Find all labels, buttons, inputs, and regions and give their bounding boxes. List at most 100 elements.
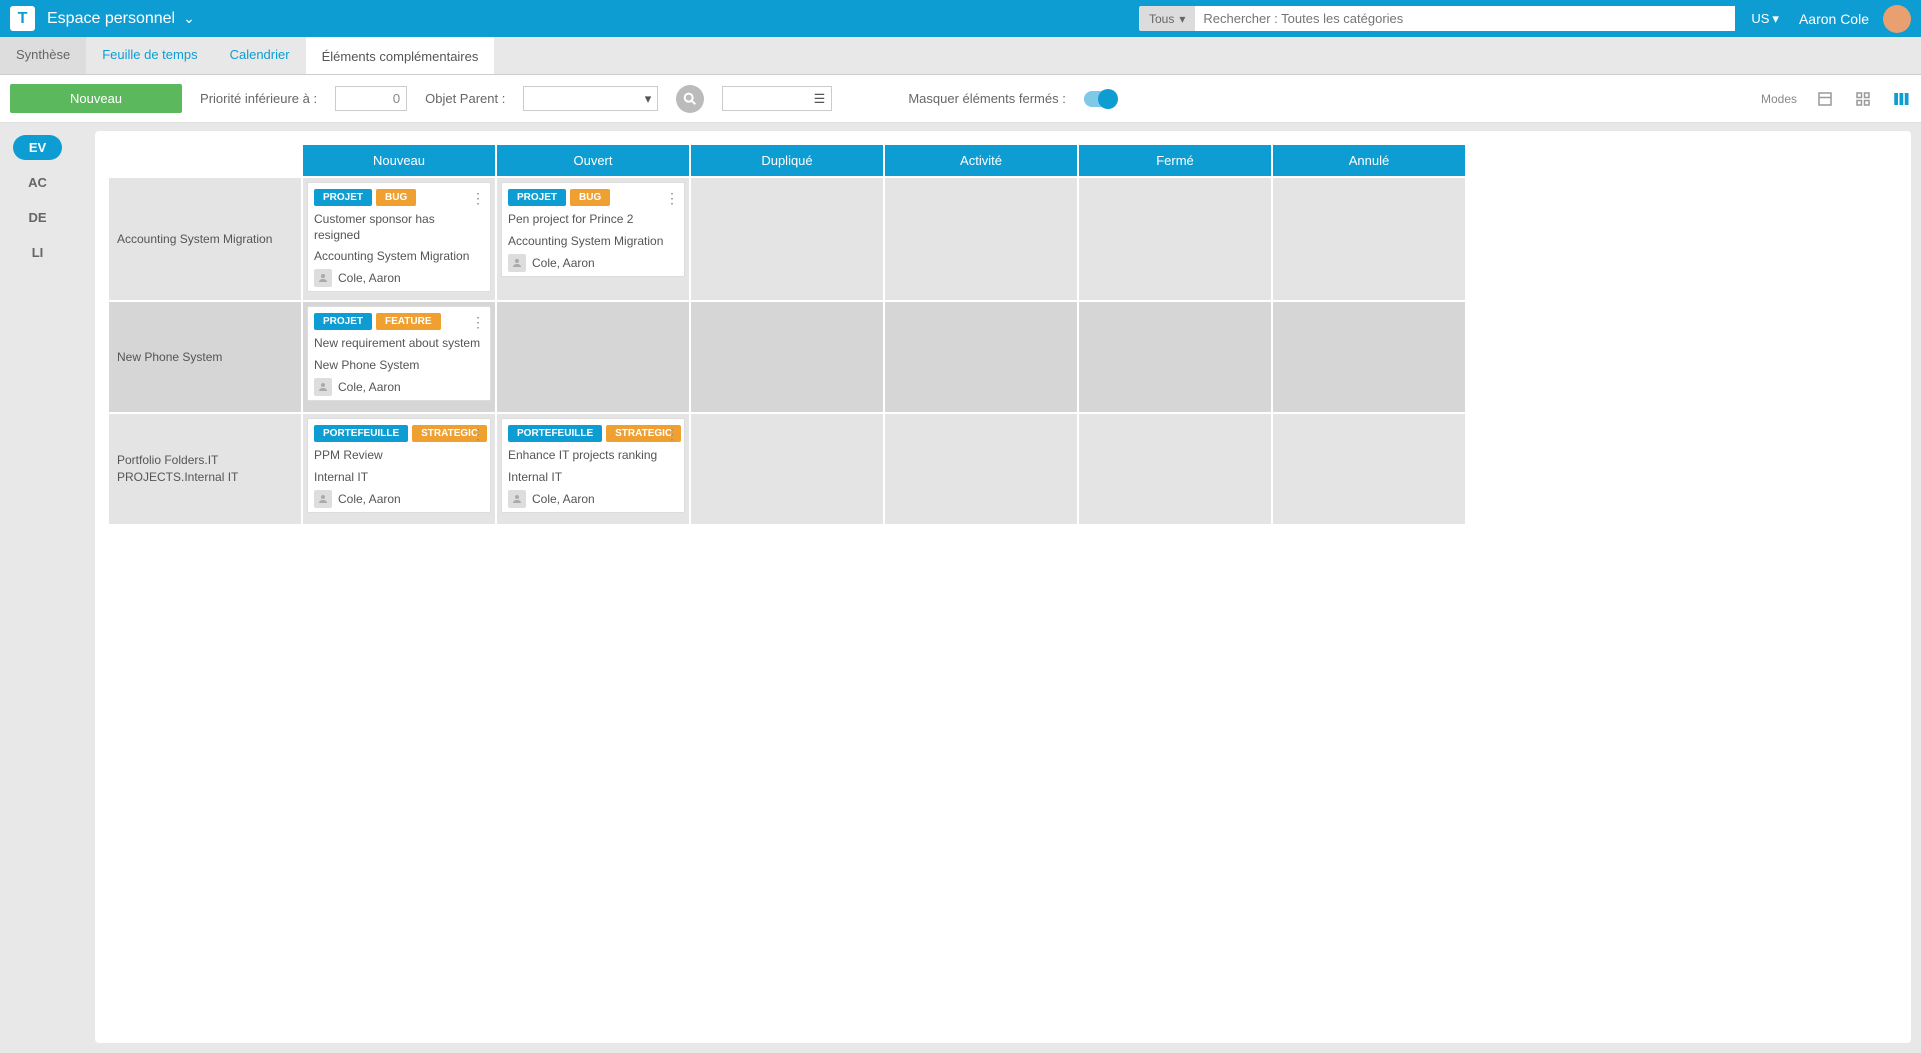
kanban-cell[interactable] xyxy=(1079,178,1271,300)
kanban-card[interactable]: PORTEFEUILLESTRATEGIC⋮Enhance IT project… xyxy=(501,418,685,513)
card-title: Pen project for Prince 2 xyxy=(508,212,678,228)
hide-closed-label: Masquer éléments fermés : xyxy=(908,91,1066,106)
card-subtitle: Internal IT xyxy=(314,470,484,484)
card-assignee-name: Cole, Aaron xyxy=(532,492,595,506)
kanban-column-header: Dupliqué xyxy=(691,145,883,176)
kanban-card[interactable]: PROJETFEATURE ⋮ New requirement about syst… xyxy=(307,306,491,401)
kanban-row-label: New Phone System xyxy=(109,302,301,412)
card-title: Customer sponsor has resigned xyxy=(314,212,484,243)
card-assignee-name: Cole, Aaron xyxy=(338,492,401,506)
hide-closed-toggle[interactable] xyxy=(1084,91,1116,107)
mode-list-icon[interactable] xyxy=(1815,89,1835,109)
avatar[interactable] xyxy=(1883,5,1911,33)
kanban-cell[interactable]: PROJETBUG ⋮ Customer sponsor has resigned A… xyxy=(303,178,495,300)
kanban-cell[interactable] xyxy=(1079,414,1271,524)
user-icon xyxy=(508,254,526,272)
kanban-cell[interactable] xyxy=(1273,414,1465,524)
app-header: T Espace personnel ⌄ Tous ▾ US ▾ Aaron C… xyxy=(0,0,1921,37)
user-icon xyxy=(314,490,332,508)
card-menu-icon[interactable]: ⋮ xyxy=(471,427,485,441)
card-assignee: Cole, Aaron xyxy=(314,490,484,508)
workspace-title[interactable]: Espace personnel xyxy=(47,10,175,28)
card-menu-icon[interactable]: ⋮ xyxy=(471,191,485,205)
card-title: PPM Review xyxy=(314,448,484,464)
card-tag: PROJET xyxy=(314,189,372,206)
kanban-card[interactable]: PROJETBUG ⋮ Pen project for Prince 2 Accoun… xyxy=(501,182,685,277)
card-subtitle: Internal IT xyxy=(508,470,678,484)
card-assignee: Cole, Aaron xyxy=(508,254,678,272)
kanban-cell[interactable] xyxy=(1273,178,1465,300)
search-icon[interactable] xyxy=(676,85,704,113)
tab-0[interactable]: Synthèse xyxy=(0,37,86,74)
mode-grid-icon[interactable] xyxy=(1853,89,1873,109)
kanban-card[interactable]: PROJETBUG ⋮ Customer sponsor has resigned A… xyxy=(307,182,491,292)
kanban-cell[interactable]: PROJETBUG ⋮ Pen project for Prince 2 Accoun… xyxy=(497,178,689,300)
kanban-cell[interactable]: PORTEFEUILLESTRATEGIC⋮Enhance IT project… xyxy=(497,414,689,524)
tab-2[interactable]: Calendrier xyxy=(214,37,306,74)
chevron-down-icon[interactable]: ⌄ xyxy=(183,10,195,27)
search-category-label: Tous xyxy=(1149,12,1174,26)
user-icon xyxy=(508,490,526,508)
kanban-cell[interactable] xyxy=(1273,302,1465,412)
card-tag: PORTEFEUILLE xyxy=(314,425,408,442)
search-category-dropdown[interactable]: Tous ▾ xyxy=(1139,6,1195,31)
filter-rail: EV AC DE LI xyxy=(0,123,75,1053)
kanban-column-header: Ouvert xyxy=(497,145,689,176)
kanban-column-header: Nouveau xyxy=(303,145,495,176)
user-icon xyxy=(314,378,332,396)
caret-down-icon: ▾ xyxy=(645,91,652,107)
priority-input[interactable] xyxy=(335,86,407,111)
kanban-cell[interactable]: PROJETFEATURE ⋮ New requirement about syst… xyxy=(303,302,495,412)
kanban-cell[interactable]: PORTEFEUILLESTRATEGIC⋮PPM ReviewInternal… xyxy=(303,414,495,524)
card-title: New requirement about system xyxy=(314,336,484,352)
global-search: Tous ▾ xyxy=(1139,6,1735,31)
kanban-cell[interactable] xyxy=(885,178,1077,300)
filter-pill-de[interactable]: DE xyxy=(12,205,62,230)
card-subtitle: Accounting System Migration xyxy=(314,249,484,263)
card-assignee: Cole, Aaron xyxy=(314,378,484,396)
search-input[interactable] xyxy=(1195,6,1735,31)
mode-kanban-icon[interactable] xyxy=(1891,89,1911,109)
card-tag: BUG xyxy=(376,189,416,206)
kanban-row-label: Accounting System Migration xyxy=(109,178,301,300)
card-assignee: Cole, Aaron xyxy=(508,490,678,508)
filter-pill-ac[interactable]: AC xyxy=(12,170,63,195)
parent-select[interactable]: ▾ xyxy=(523,86,658,111)
card-tag: PROJET xyxy=(314,313,372,330)
modes-label: Modes xyxy=(1761,92,1797,106)
user-name[interactable]: Aaron Cole xyxy=(1793,11,1875,27)
kanban-column-header: Fermé xyxy=(1079,145,1271,176)
kanban-column-header: Activité xyxy=(885,145,1077,176)
kanban-cell[interactable] xyxy=(885,414,1077,524)
kanban-board: NouveauOuvertDupliquéActivitéFerméAnnulé… xyxy=(95,131,1911,1043)
kanban-cell[interactable] xyxy=(691,414,883,524)
new-button[interactable]: Nouveau xyxy=(10,84,182,113)
card-tag: BUG xyxy=(570,189,610,206)
filter-pill-ev[interactable]: EV xyxy=(13,135,62,160)
tab-3[interactable]: Éléments complémentaires xyxy=(306,37,495,74)
toolbar: Nouveau Priorité inférieure à : Objet Pa… xyxy=(0,75,1921,123)
app-logo[interactable]: T xyxy=(10,6,35,31)
filter-input[interactable]: ☰ xyxy=(722,86,832,111)
caret-down-icon: ▾ xyxy=(1179,12,1185,26)
card-subtitle: Accounting System Migration xyxy=(508,234,678,248)
card-menu-icon[interactable]: ⋮ xyxy=(471,315,485,329)
kanban-row-label: Portfolio Folders.ITPROJECTS.Internal IT xyxy=(109,414,301,524)
filter-pill-li[interactable]: LI xyxy=(16,240,60,265)
language-selector[interactable]: US ▾ xyxy=(1745,11,1785,27)
kanban-cell[interactable] xyxy=(691,178,883,300)
tab-1[interactable]: Feuille de temps xyxy=(86,37,213,74)
card-menu-icon[interactable]: ⋮ xyxy=(665,191,679,205)
caret-down-icon: ▾ xyxy=(1772,11,1779,27)
card-tag: PROJET xyxy=(508,189,566,206)
parent-label: Objet Parent : xyxy=(425,91,505,106)
kanban-cell[interactable] xyxy=(885,302,1077,412)
language-label: US xyxy=(1751,11,1769,26)
kanban-cell[interactable] xyxy=(1079,302,1271,412)
kanban-cell[interactable] xyxy=(691,302,883,412)
main-tabs: SynthèseFeuille de tempsCalendrierÉlémen… xyxy=(0,37,1921,75)
card-menu-icon[interactable]: ⋮ xyxy=(665,427,679,441)
kanban-cell[interactable] xyxy=(497,302,689,412)
kanban-card[interactable]: PORTEFEUILLESTRATEGIC⋮PPM ReviewInternal… xyxy=(307,418,491,513)
card-tag: FEATURE xyxy=(376,313,440,330)
